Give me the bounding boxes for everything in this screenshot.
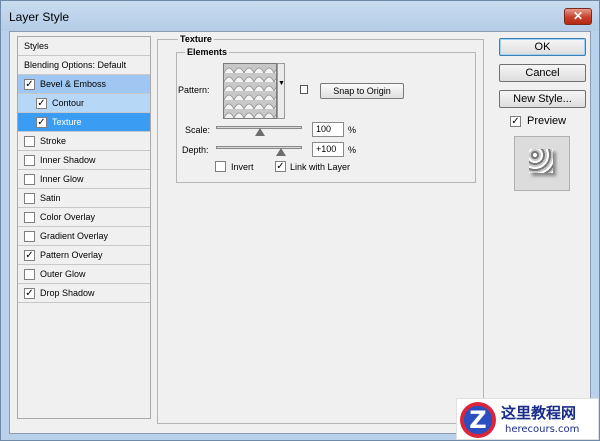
- snap-to-origin-button[interactable]: Snap to Origin: [320, 83, 404, 99]
- style-item-inner-glow[interactable]: Inner Glow: [18, 170, 150, 189]
- style-item-stroke[interactable]: Stroke: [18, 132, 150, 151]
- outer-glow-label: Outer Glow: [40, 269, 86, 279]
- inner-glow-label: Inner Glow: [40, 174, 84, 184]
- drop-shadow-checkbox[interactable]: ✓: [24, 288, 35, 299]
- pattern-swatch[interactable]: [223, 63, 277, 119]
- titlebar[interactable]: Layer Style ✕: [1, 1, 599, 31]
- elements-group-title: Elements: [185, 47, 230, 57]
- gradient-overlay-checkbox[interactable]: [24, 231, 35, 242]
- blending-options-item[interactable]: Blending Options: Default: [18, 56, 150, 75]
- scale-label: Scale:: [185, 125, 211, 135]
- inner-shadow-checkbox[interactable]: [24, 155, 35, 166]
- style-item-inner-shadow[interactable]: Inner Shadow: [18, 151, 150, 170]
- style-item-contour[interactable]: ✓ Contour: [18, 94, 150, 113]
- style-item-color-overlay[interactable]: Color Overlay: [18, 208, 150, 227]
- style-preview-thumbnail: [514, 136, 570, 191]
- inner-glow-checkbox[interactable]: [24, 174, 35, 185]
- styles-header-label: Styles: [24, 41, 49, 51]
- depth-unit: %: [348, 145, 357, 155]
- bevel-emboss-checkbox[interactable]: ✓: [24, 79, 35, 90]
- style-item-bevel-emboss[interactable]: ✓ Bevel & Emboss: [18, 75, 150, 94]
- preview-swatch: [529, 149, 553, 173]
- styles-header[interactable]: Styles: [18, 37, 150, 56]
- watermark-logo: Z: [460, 402, 496, 438]
- outer-glow-checkbox[interactable]: [24, 269, 35, 280]
- layer-style-window: Layer Style ✕ Styles Blending Options: D…: [0, 0, 600, 441]
- dialog-body: Styles Blending Options: Default ✓ Bevel…: [9, 31, 591, 434]
- texture-label: Texture: [52, 117, 82, 127]
- stroke-label: Stroke: [40, 136, 67, 146]
- depth-label: Depth:: [182, 145, 209, 155]
- watermark-url: herecours.com: [505, 424, 580, 435]
- color-overlay-label: Color Overlay: [40, 212, 96, 222]
- new-preset-icon[interactable]: [300, 85, 308, 94]
- depth-input[interactable]: +100: [312, 142, 344, 157]
- ok-button[interactable]: OK: [499, 38, 586, 56]
- style-item-outer-glow[interactable]: Outer Glow: [18, 265, 150, 284]
- new-style-button[interactable]: New Style...: [499, 90, 586, 108]
- pattern-overlay-label: Pattern Overlay: [40, 250, 103, 260]
- color-overlay-checkbox[interactable]: [24, 212, 35, 223]
- contour-label: Contour: [52, 98, 85, 108]
- bevel-emboss-label: Bevel & Emboss: [40, 79, 107, 89]
- preview-label: Preview: [527, 115, 567, 127]
- link-with-layer-checkbox[interactable]: ✓: [275, 161, 286, 172]
- chevron-down-icon: ▼: [278, 80, 285, 87]
- preview-checkbox[interactable]: ✓: [510, 116, 521, 127]
- texture-checkbox[interactable]: ✓: [36, 117, 47, 128]
- pattern-preview-icon: [224, 64, 276, 118]
- scale-unit: %: [348, 125, 357, 135]
- scale-input[interactable]: 100: [312, 122, 344, 137]
- depth-slider-track[interactable]: [216, 146, 302, 149]
- contour-checkbox[interactable]: ✓: [36, 98, 47, 109]
- styles-list: Styles Blending Options: Default ✓ Bevel…: [17, 36, 151, 419]
- texture-group-title: Texture: [178, 34, 214, 44]
- depth-slider-thumb[interactable]: [276, 148, 286, 156]
- pattern-label: Pattern:: [178, 85, 210, 95]
- link-with-layer-label: Link with Layer: [290, 162, 351, 172]
- pattern-dropdown-toggle[interactable]: ▼: [277, 63, 285, 119]
- style-item-gradient-overlay[interactable]: Gradient Overlay: [18, 227, 150, 246]
- satin-checkbox[interactable]: [24, 193, 35, 204]
- watermark: Z 这里教程网 herecours.com: [456, 398, 599, 440]
- blending-options-label: Blending Options: Default: [24, 60, 127, 70]
- inner-shadow-label: Inner Shadow: [40, 155, 96, 165]
- style-item-satin[interactable]: Satin: [18, 189, 150, 208]
- style-item-texture[interactable]: ✓ Texture: [18, 113, 150, 132]
- window-title: Layer Style: [9, 10, 70, 24]
- style-item-drop-shadow[interactable]: ✓ Drop Shadow: [18, 284, 150, 303]
- cancel-button[interactable]: Cancel: [499, 64, 586, 82]
- drop-shadow-label: Drop Shadow: [40, 288, 95, 298]
- satin-label: Satin: [40, 193, 61, 203]
- close-icon: ✕: [572, 9, 584, 23]
- scale-slider-thumb[interactable]: [255, 128, 265, 136]
- close-button[interactable]: ✕: [564, 8, 592, 25]
- stroke-checkbox[interactable]: [24, 136, 35, 147]
- watermark-site-name: 这里教程网: [501, 404, 577, 422]
- invert-checkbox[interactable]: [215, 161, 226, 172]
- pattern-overlay-checkbox[interactable]: ✓: [24, 250, 35, 261]
- invert-label: Invert: [231, 162, 254, 172]
- style-item-pattern-overlay[interactable]: ✓ Pattern Overlay: [18, 246, 150, 265]
- gradient-overlay-label: Gradient Overlay: [40, 231, 109, 241]
